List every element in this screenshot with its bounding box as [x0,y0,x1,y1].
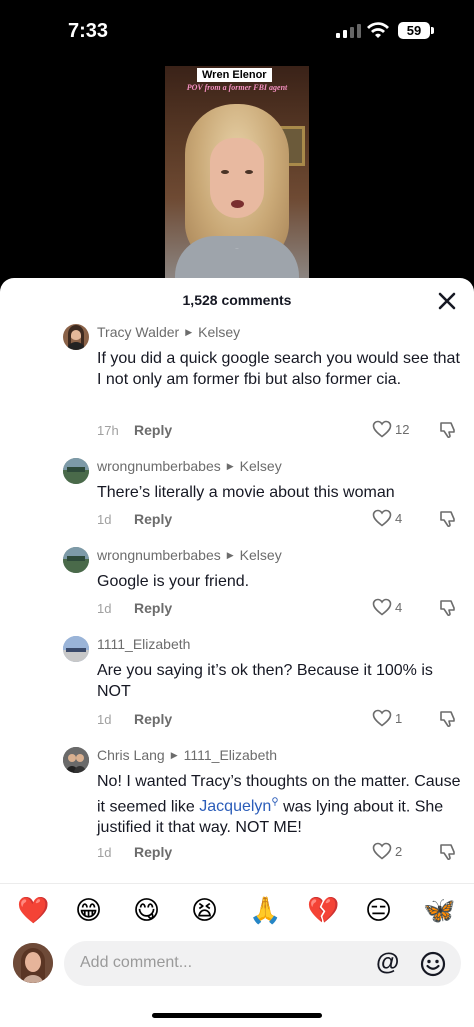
dislike-icon[interactable] [439,599,457,617]
like-count: 4 [395,599,403,615]
comment-author[interactable]: wrongnumberbabes [97,547,221,563]
comment-text: There’s literally a movie about this wom… [97,484,395,501]
emoji-yum[interactable]: 😋 [133,894,160,926]
comment-text: No! I wanted Tracy’s thoughts on the mat… [97,771,467,838]
home-indicator[interactable] [152,1013,322,1018]
avatar[interactable] [63,324,89,350]
comment-reply-to[interactable]: Kelsey [240,458,282,474]
battery-icon: 59 [398,22,430,39]
comment-reply-to[interactable]: Kelsey [198,324,240,340]
emoji-pray[interactable]: 🙏 [249,894,281,926]
mention-name: Jacquelyn [199,798,272,816]
emoji-grin[interactable]: 😁 [75,894,102,926]
like-button[interactable]: 2 [372,842,402,860]
like-button[interactable]: 4 [372,598,402,616]
mention-icon[interactable]: @ [376,949,399,977]
heart-icon [372,709,392,727]
comment-author[interactable]: 1111_Elizabeth [97,636,190,652]
like-count: 4 [395,510,403,526]
video-caption: ... [235,246,239,250]
emoji-butterfly[interactable]: 🦋 [423,894,455,926]
video-subtitle: POV from a former FBI agent [186,83,288,92]
signal-icon [336,24,361,38]
emoji-expressionless[interactable]: 😑 [365,894,392,926]
comment-input[interactable] [80,952,360,974]
like-count: 12 [395,421,410,437]
wifi-icon [367,22,389,38]
like-button[interactable]: 12 [372,420,409,438]
comment-author[interactable]: wrongnumberbabes [97,458,221,474]
comment-author[interactable]: Chris Lang [97,747,165,763]
comment-reply-to[interactable]: 1111_Elizabeth [184,747,277,763]
battery-nub [431,27,434,34]
avatar[interactable] [63,636,89,662]
status-bar: 7:33 59 [0,0,474,60]
comment-author[interactable]: Tracy Walder [97,324,179,340]
video-mouth [231,200,244,208]
video-title: Wren Elenor [197,68,272,82]
status-time: 7:33 [68,20,109,42]
dislike-icon[interactable] [439,710,457,728]
comment-meta: wrongnumberbabes ▶ Kelsey [97,547,282,563]
reply-button[interactable]: Reply [134,422,172,438]
reply-button[interactable]: Reply [134,511,172,527]
comment-time: 17h [97,423,119,438]
comment-time: 1d [97,512,112,527]
dislike-icon[interactable] [439,843,457,861]
heart-icon [372,842,392,860]
emoji-tired[interactable]: 😫 [191,894,218,926]
comment-text: If you did a quick google search you wou… [97,350,460,388]
reply-button[interactable]: Reply [134,844,172,860]
comment-time: 1d [97,712,112,727]
dislike-icon[interactable] [439,510,457,528]
like-count: 2 [395,843,403,859]
comment-meta: Chris Lang ▶ 1111_Elizabeth [97,747,277,763]
emoji-quick-bar: ❤️ 😁 😋 😫 🙏 💔 😑 🦋 [0,883,474,939]
video-eye-left [221,170,229,174]
like-button[interactable]: 4 [372,509,402,527]
reply-button[interactable]: Reply [134,711,172,727]
comment-text: Google is your friend. [97,573,250,590]
comment-time: 1d [97,845,112,860]
dislike-icon[interactable] [439,421,457,439]
comment-meta: wrongnumberbabes ▶ Kelsey [97,458,282,474]
reply-arrow-icon: ▶ [226,549,234,560]
close-icon[interactable] [436,290,458,312]
video-eye-right [245,170,253,174]
reply-arrow-icon: ▶ [170,749,178,760]
reply-arrow-icon: ▶ [226,460,234,471]
comment-time: 1d [97,601,112,616]
comment-meta: 1111_Elizabeth [97,636,190,652]
heart-icon [372,509,392,527]
avatar[interactable] [63,547,89,573]
search-icon: ⚲ [271,797,279,808]
comment-count: 1,528 comments [182,292,292,308]
emoji-broken-heart[interactable]: 💔 [307,894,339,926]
emoji-icon[interactable] [420,951,446,977]
user-avatar[interactable] [13,943,53,983]
emoji-heart[interactable]: ❤️ [17,894,49,926]
comment-reply-to[interactable]: Kelsey [240,547,282,563]
heart-icon [372,598,392,616]
avatar[interactable] [63,747,89,773]
video-preview[interactable]: Wren Elenor POV from a former FBI agent … [165,66,309,286]
comments-header: 1,528 comments [0,278,474,322]
comment-meta: Tracy Walder ▶ Kelsey [97,324,240,340]
mention-link[interactable]: Jacquelyn⚲ [199,797,279,816]
reply-button[interactable]: Reply [134,600,172,616]
like-count: 1 [395,710,403,726]
reply-arrow-icon: ▶ [185,326,193,337]
like-button[interactable]: 1 [372,709,402,727]
comment-composer: @ [64,941,461,986]
avatar[interactable] [63,458,89,484]
comment-text: Are you saying it’s ok then? Because it … [97,662,433,700]
heart-icon [372,420,392,438]
